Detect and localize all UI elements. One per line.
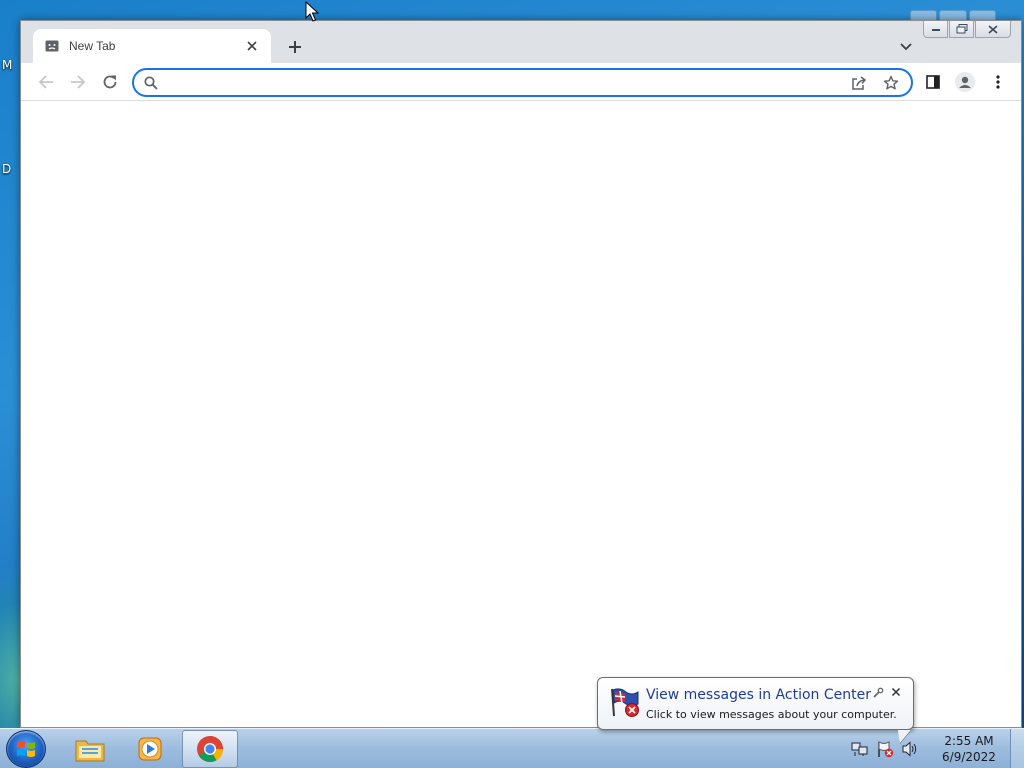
omnibox-input[interactable] xyxy=(166,71,839,94)
bookmark-star-icon[interactable] xyxy=(879,71,903,95)
window-controls xyxy=(923,21,1011,39)
action-center-notification[interactable]: View messages in Action Center Click to … xyxy=(597,677,914,730)
notification-options-wrench-icon[interactable] xyxy=(871,686,885,700)
notification-close-icon[interactable] xyxy=(889,685,903,699)
notification-text: Click to view messages about your comput… xyxy=(646,708,897,721)
share-icon[interactable] xyxy=(847,71,871,95)
desktop-icon-label-partial[interactable]: D xyxy=(2,162,11,176)
reload-icon[interactable] xyxy=(96,68,124,96)
forward-arrow-right-icon[interactable] xyxy=(64,68,92,96)
clock-time: 2:55 AM xyxy=(944,734,994,748)
address-bar[interactable] xyxy=(132,68,913,97)
tab-close-icon[interactable] xyxy=(243,37,261,55)
taskbar-chrome-icon[interactable] xyxy=(182,730,238,768)
taskbar-clock[interactable]: 2:55 AM 6/9/2022 xyxy=(932,733,1006,765)
chrome-window: New Tab xyxy=(20,20,1022,728)
restore-icon[interactable] xyxy=(949,21,974,38)
profile-icon[interactable] xyxy=(951,68,979,96)
close-window-icon[interactable] xyxy=(975,21,1011,38)
kebab-menu-icon[interactable] xyxy=(984,68,1012,96)
mouse-pointer-icon xyxy=(305,0,320,23)
system-tray: 2:55 AM 6/9/2022 xyxy=(849,729,1024,768)
new-tab-plus-icon[interactable] xyxy=(283,35,307,59)
taskbar-media-player-icon[interactable] xyxy=(122,730,178,768)
taskbar-explorer-folder-icon[interactable] xyxy=(62,730,118,768)
taskbar: 2:55 AM 6/9/2022 xyxy=(0,728,1024,768)
back-arrow-left-icon[interactable] xyxy=(32,68,60,96)
minimize-icon[interactable] xyxy=(923,21,948,38)
tab-new-tab[interactable]: New Tab xyxy=(33,29,271,63)
tab-strip: New Tab xyxy=(21,21,1021,63)
network-icon[interactable] xyxy=(849,738,871,760)
page-content-blank xyxy=(21,102,1021,727)
action-center-flag-icon[interactable] xyxy=(874,738,896,760)
desktop-icon-label-partial[interactable]: M xyxy=(2,58,12,72)
side-panel-icon[interactable] xyxy=(919,68,947,96)
tab-title: New Tab xyxy=(69,39,116,53)
notification-title[interactable]: View messages in Action Center xyxy=(646,687,871,703)
show-desktop-button[interactable] xyxy=(1010,729,1024,768)
action-center-flag-warning-icon xyxy=(608,686,642,718)
browser-toolbar xyxy=(21,63,1021,101)
clock-date: 6/9/2022 xyxy=(942,750,996,764)
start-button-windows-logo-icon[interactable] xyxy=(6,730,46,768)
new-tab-favicon-icon xyxy=(45,39,59,53)
search-icon xyxy=(144,75,158,90)
tab-search-chevron-down-icon[interactable] xyxy=(895,36,917,58)
